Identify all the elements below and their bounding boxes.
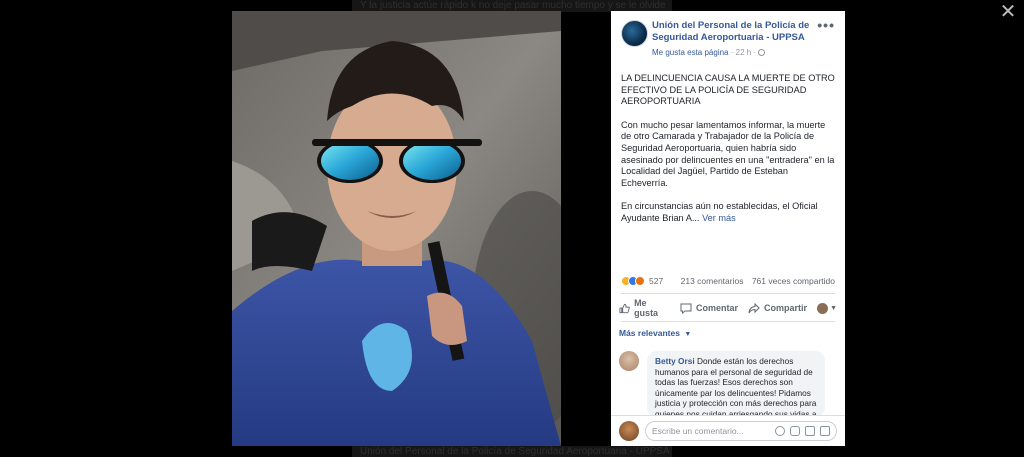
reaction-count[interactable]: 527 bbox=[649, 276, 663, 286]
caret-down-icon: ▼ bbox=[684, 331, 692, 338]
comment-filter-label: Más relevantes bbox=[619, 328, 680, 338]
avatar bbox=[817, 302, 829, 314]
post-paragraph: Con mucho pesar lamentamos informar, la … bbox=[621, 119, 835, 189]
share-label: Compartir bbox=[764, 303, 808, 313]
reactions-bar: 527 213 comentarios 761 veces compartido bbox=[621, 274, 835, 288]
post-meta: Me gusta esta página · 22 h · bbox=[652, 48, 845, 57]
comment-input-box[interactable] bbox=[645, 421, 837, 441]
share-button[interactable]: Compartir bbox=[748, 302, 808, 314]
user-avatar bbox=[619, 421, 639, 441]
comment-button[interactable]: Comentar bbox=[680, 303, 738, 314]
post-paragraph-truncated: En circunstancias aún no establecidas, e… bbox=[621, 201, 835, 224]
share-icon bbox=[748, 302, 760, 313]
post-paragraph: LA DELINCUENCIA CAUSA LA MUERTE DE OTRO … bbox=[621, 73, 835, 107]
angry-reaction-icon bbox=[635, 276, 645, 286]
comment-label: Comentar bbox=[696, 303, 739, 313]
more-options-icon[interactable]: ••• bbox=[817, 17, 835, 33]
like-button[interactable]: Me gusta bbox=[619, 298, 670, 318]
comment-count[interactable]: 213 comentarios bbox=[681, 276, 744, 286]
post-time[interactable]: 22 h bbox=[736, 48, 752, 57]
chevron-down-icon: ▼ bbox=[830, 304, 837, 312]
see-more-link[interactable]: Ver más bbox=[702, 213, 736, 223]
gif-icon[interactable] bbox=[805, 426, 815, 436]
sticker-icon[interactable] bbox=[820, 426, 830, 436]
post-text: LA DELINCUENCIA CAUSA LA MUERTE DE OTRO … bbox=[611, 63, 845, 225]
post-header: Unión del Personal de la Policía de Segu… bbox=[611, 11, 845, 63]
camera-icon[interactable] bbox=[790, 426, 800, 436]
post-actions: Me gusta Comentar Compartir ▼ bbox=[619, 298, 837, 318]
composer-icons bbox=[770, 426, 830, 436]
comment-icon bbox=[680, 303, 692, 314]
close-icon[interactable]: ✕ bbox=[998, 2, 1018, 22]
background-feed-text-bottom: Unión del Personal de la Policía de Segu… bbox=[352, 446, 672, 457]
like-label: Me gusta bbox=[634, 298, 659, 318]
comment-composer bbox=[611, 415, 845, 446]
like-page-link[interactable]: Me gusta esta página bbox=[652, 48, 729, 57]
page-avatar[interactable] bbox=[621, 20, 648, 47]
commenter-avatar[interactable] bbox=[619, 351, 639, 371]
reaction-icons[interactable] bbox=[621, 276, 645, 286]
emoji-icon[interactable] bbox=[775, 426, 785, 436]
comment-author[interactable]: Betty Orsi bbox=[655, 356, 695, 366]
divider bbox=[621, 293, 835, 294]
post-side-panel: Unión del Personal de la Policía de Segu… bbox=[611, 11, 845, 446]
audience-selector[interactable]: ▼ bbox=[817, 302, 837, 314]
engagement-counts: 213 comentarios 761 veces compartido bbox=[681, 276, 835, 286]
page-name-link[interactable]: Unión del Personal de la Policía de Segu… bbox=[652, 20, 817, 44]
divider bbox=[621, 321, 835, 322]
post-photo[interactable] bbox=[232, 11, 561, 446]
thumbs-up-icon bbox=[619, 303, 630, 313]
comment-input[interactable] bbox=[652, 426, 762, 436]
comment-bubble: Betty Orsi Donde están los derechos huma… bbox=[647, 351, 825, 417]
share-count[interactable]: 761 veces compartido bbox=[752, 276, 835, 286]
comment-item: Betty Orsi Donde están los derechos huma… bbox=[619, 351, 837, 417]
comment-filter-dropdown[interactable]: Más relevantes ▼ bbox=[619, 328, 691, 338]
globe-icon bbox=[758, 49, 766, 56]
